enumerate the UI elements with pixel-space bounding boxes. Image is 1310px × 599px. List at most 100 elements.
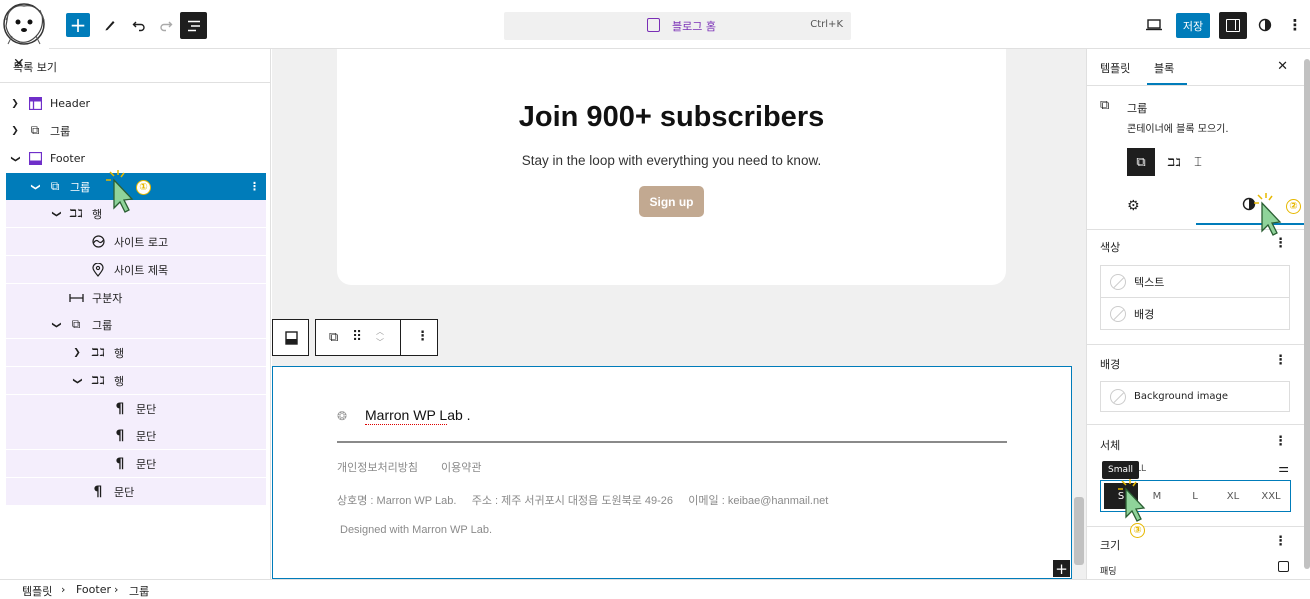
block-options-icon[interactable]: ⋮ [249,180,260,193]
chevron-down-icon[interactable]: ❯ [51,208,61,220]
chevron-right-icon[interactable]: ❯ [9,126,21,136]
size-option-xxl[interactable]: XXL [1252,491,1290,502]
list-item-label: 문단 [136,429,157,443]
background-color-button[interactable]: 배경 [1100,297,1290,330]
list-item-label: 그룹 [92,318,113,332]
size-option-large[interactable]: L [1176,491,1214,502]
scrollbar-thumb[interactable] [1074,497,1084,565]
tooltip: Small [1102,461,1139,479]
command-palette-bar[interactable]: 블로그 홈 Ctrl+K [504,12,851,40]
tab-template[interactable]: 템플릿 [1100,60,1130,76]
chevron-down-icon[interactable]: ❯ [30,181,40,193]
typography-section-title: 서체 [1100,439,1121,452]
list-item-row[interactable]: ❯ ℶℷ 행 [6,339,266,366]
list-item-paragraph[interactable]: ¶ 문단 [6,395,266,422]
typography-options-icon[interactable]: ⋮ [1274,434,1287,449]
block-inserter-button[interactable]: + [1053,560,1070,578]
settings-sidebar-toggle-button[interactable] [1219,12,1247,39]
dimensions-options-icon[interactable]: ⋮ [1274,534,1287,549]
list-item-group[interactable]: ❯ ⧉ 그룹 [6,311,266,338]
list-item-site-logo[interactable]: 사이트 로고 [6,228,266,255]
company-info[interactable]: 상호명 : Marron WP Lab. 주소 : 제주 서귀포시 대정읍 도원… [337,492,828,508]
list-item-paragraph[interactable]: ¶ 문단 [6,450,266,477]
breadcrumb-item-footer[interactable]: Footer [76,583,111,596]
list-item-separator[interactable]: 구분자 [6,284,266,311]
list-item-paragraph[interactable]: ¶ 문단 [6,478,266,505]
subscribe-subheading[interactable]: Stay in the loop with everything you nee… [337,153,1006,168]
site-title[interactable]: Marron WP Lab . [365,407,471,425]
move-arrows-icon[interactable]: ︿ ﹀ [376,326,384,348]
options-menu-icon[interactable]: ⋮ [1282,12,1308,38]
breadcrumb-item-group[interactable]: 그룹 [129,583,149,599]
paragraph-icon: ¶ [115,400,125,417]
edit-tool-icon[interactable] [97,12,123,38]
chevron-down-icon[interactable]: ❯ [10,153,20,165]
chevron-right-icon[interactable]: ❯ [71,348,83,358]
save-button[interactable]: 저장 [1176,13,1210,38]
group-icon: ⧉ [71,317,81,331]
privacy-link[interactable]: 개인정보처리방침 [337,459,418,475]
size-option-xl[interactable]: XL [1214,491,1252,502]
list-item-group[interactable]: ❯ ⧉ 그룹 [6,117,266,144]
toolbar-divider [400,320,401,355]
site-logo-icon[interactable] [0,0,49,49]
padding-link-icon[interactable] [1278,561,1289,572]
canvas-scrollbar[interactable] [1072,49,1086,579]
row-icon: ℶℷ [91,374,105,387]
separator-icon [68,290,84,306]
close-icon[interactable]: ✕ [13,56,258,72]
row-icon: ℶℷ [69,207,83,220]
custom-size-icon[interactable]: ⚌ [1278,461,1289,475]
chevron-down-icon[interactable]: ❯ [72,375,82,387]
dimensions-section-title: 크기 [1100,539,1121,552]
block-controls: ⧉ ⠿ ︿ ﹀ ⋮ [315,319,438,356]
desktop-preview-icon[interactable] [1141,12,1167,38]
group-variation-button[interactable]: ⧉ [1127,148,1155,176]
list-item-paragraph[interactable]: ¶ 문단 [6,422,266,449]
drag-handle-icon[interactable]: ⠿ [352,329,362,345]
padding-label: 패딩 [1100,567,1117,577]
list-item-header[interactable]: ❯ Header [6,90,266,117]
chevron-right-icon[interactable]: ❯ [9,99,21,109]
paragraph-icon: ¶ [115,455,125,472]
redo-icon[interactable] [153,12,179,38]
styles-contrast-icon[interactable] [1252,12,1278,38]
undo-icon[interactable] [126,12,152,38]
close-icon[interactable]: ✕ [1277,59,1288,74]
parent-block-button[interactable] [272,319,309,356]
background-image-button[interactable]: Background image [1100,381,1290,412]
block-options-icon[interactable]: ⋮ [416,329,429,344]
site-logo-icon[interactable]: ❂ [337,409,347,423]
separator[interactable] [337,441,1007,443]
list-item-label: 사이트 로고 [114,235,169,249]
breadcrumb-item-template[interactable]: 템플릿 [22,583,52,599]
list-item-label: 구분자 [92,291,123,305]
text-color-button[interactable]: 텍스트 [1100,265,1290,298]
tab-block[interactable]: 블록 [1154,60,1174,76]
list-item-site-title[interactable]: 사이트 제목 [6,256,266,283]
settings-gear-icon[interactable]: ⚙ [1127,198,1140,214]
signup-button[interactable]: Sign up [639,186,704,217]
stack-variation-button[interactable]: ⌶ [1184,148,1212,176]
top-toolbar: + 블로그 홈 Ctrl+K 저장 ⋮ [0,0,1310,49]
document-overview-button[interactable] [180,12,207,39]
credit-text[interactable]: Designed with Marron WP Lab. [340,524,492,536]
sidebar-scrollbar[interactable] [1304,49,1310,579]
scrollbar-thumb[interactable] [1304,59,1310,569]
list-item-row[interactable]: ❯ ℶℷ 행 [6,367,266,394]
color-section-title: 색상 [1100,241,1121,254]
group-icon[interactable]: ⧉ [329,330,338,345]
add-block-button[interactable]: + [66,13,90,37]
chevron-down-icon[interactable]: ❯ [51,319,61,331]
annotation-badge: ① [136,180,151,195]
terms-link[interactable]: 이용약관 [441,459,481,475]
block-name: 그룹 [1127,102,1148,115]
cursor-pointer-icon [106,170,134,213]
subscribe-card[interactable]: Join 900+ subscribers Stay in the loop w… [337,49,1006,285]
background-options-icon[interactable]: ⋮ [1274,353,1287,368]
subscribe-heading[interactable]: Join 900+ subscribers [337,101,1006,134]
paragraph-icon: ¶ [93,483,103,500]
footer-group-block[interactable]: ❂ Marron WP Lab . 개인정보처리방침 이용약관 상호명 : Ma… [272,366,1072,579]
list-item-label: 문단 [136,402,157,416]
list-item-footer[interactable]: ❯ Footer [6,145,266,172]
